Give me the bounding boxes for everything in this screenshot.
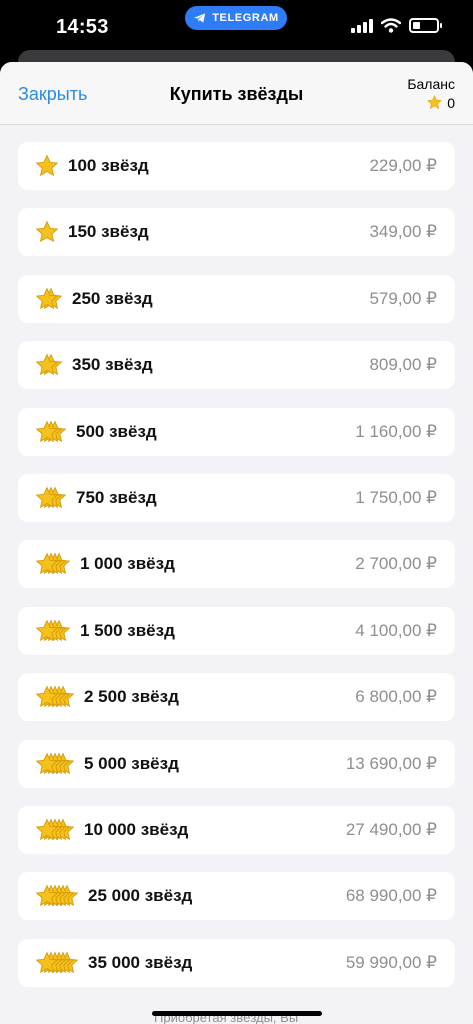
package-row[interactable]: 35 000 звёзд 59 990,00 ₽ bbox=[18, 938, 455, 987]
sheet-title: Купить звёзды bbox=[169, 84, 304, 104]
stars-icon bbox=[34, 219, 60, 245]
star-icon bbox=[35, 420, 59, 442]
stars-icon bbox=[34, 485, 68, 511]
package-price: 1 160,00 ₽ bbox=[355, 421, 437, 441]
package-price: 349,00 ₽ bbox=[369, 222, 437, 242]
telegram-pill[interactable]: TELEGRAM bbox=[185, 6, 287, 30]
balance-label: Баланс bbox=[407, 76, 455, 92]
stars-icon bbox=[34, 352, 64, 378]
battery-icon bbox=[409, 18, 442, 33]
package-row[interactable]: 25 000 звёзд 68 990,00 ₽ bbox=[18, 872, 455, 921]
package-label: 1 500 звёзд bbox=[80, 620, 175, 640]
status-time: 14:53 bbox=[56, 16, 109, 38]
package-label: 750 звёзд bbox=[76, 487, 157, 507]
package-price: 27 490,00 ₽ bbox=[345, 819, 437, 839]
telegram-pill-label: TELEGRAM bbox=[212, 12, 279, 24]
package-row[interactable]: 500 звёзд 1 160,00 ₽ bbox=[18, 407, 455, 456]
package-label: 25 000 звёзд bbox=[88, 886, 193, 906]
package-label: 10 000 звёзд bbox=[84, 819, 189, 839]
home-indicator[interactable] bbox=[152, 1011, 322, 1016]
star-icon bbox=[35, 486, 59, 509]
package-price: 229,00 ₽ bbox=[369, 156, 437, 175]
package-row[interactable]: 250 звёзд 579,00 ₽ bbox=[18, 274, 455, 323]
star-icon bbox=[427, 95, 443, 110]
stars-icon bbox=[34, 883, 80, 909]
package-price: 2 700,00 ₽ bbox=[355, 554, 437, 574]
package-label: 250 звёзд bbox=[72, 288, 153, 308]
package-price: 579,00 ₽ bbox=[369, 288, 437, 308]
status-icons bbox=[351, 18, 442, 33]
package-price: 4 100,00 ₽ bbox=[355, 620, 437, 640]
stars-icon bbox=[34, 684, 76, 710]
stars-icon bbox=[34, 551, 72, 577]
stars-icon bbox=[34, 419, 68, 445]
star-icon bbox=[35, 552, 59, 575]
package-label: 350 звёзд bbox=[72, 355, 153, 375]
package-price: 13 690,00 ₽ bbox=[345, 753, 437, 773]
balance-amount: 0 bbox=[447, 94, 455, 111]
screen: 14:53 TELEGRAM Закрыть Купить звёзды Бал… bbox=[0, 0, 473, 1024]
package-label: 150 звёзд bbox=[68, 222, 149, 242]
star-icon bbox=[35, 154, 59, 177]
package-price: 59 990,00 ₽ bbox=[345, 952, 437, 972]
package-label: 500 звёзд bbox=[76, 421, 157, 441]
package-row[interactable]: 150 звёзд 349,00 ₽ bbox=[18, 208, 455, 257]
buy-stars-sheet: Закрыть Купить звёзды Баланс 0 100 звёзд… bbox=[0, 62, 473, 1024]
status-bar: 14:53 TELEGRAM bbox=[0, 0, 473, 56]
package-row[interactable]: 5 000 звёзд 13 690,00 ₽ bbox=[18, 739, 455, 788]
package-row[interactable]: 100 звёзд 229,00 ₽ bbox=[18, 142, 455, 190]
star-icon bbox=[35, 685, 59, 708]
star-icon bbox=[35, 220, 59, 243]
package-row[interactable]: 350 звёзд 809,00 ₽ bbox=[18, 341, 455, 390]
stars-icon bbox=[34, 618, 72, 644]
package-price: 6 800,00 ₽ bbox=[355, 687, 437, 707]
star-icon bbox=[35, 818, 59, 840]
package-label: 35 000 звёзд bbox=[88, 952, 193, 972]
star-icon bbox=[35, 884, 59, 907]
star-icon bbox=[35, 951, 59, 973]
cellular-signal-icon bbox=[351, 18, 373, 33]
package-row[interactable]: 2 500 звёзд 6 800,00 ₽ bbox=[18, 673, 455, 722]
package-label: 100 звёзд bbox=[68, 156, 149, 175]
stars-icon bbox=[34, 950, 80, 976]
package-label: 5 000 звёзд bbox=[84, 753, 179, 773]
star-icon bbox=[35, 287, 59, 309]
stars-icon bbox=[34, 153, 60, 179]
stars-icon bbox=[34, 751, 76, 777]
telegram-plane-icon bbox=[194, 13, 206, 23]
package-row[interactable]: 1 000 звёзд 2 700,00 ₽ bbox=[18, 540, 455, 589]
package-list: 100 звёзд 229,00 ₽ 150 звёзд 349,00 ₽ 250 зв… bbox=[18, 142, 455, 1005]
package-price: 68 990,00 ₽ bbox=[345, 886, 437, 906]
star-icon bbox=[35, 353, 59, 376]
stars-icon bbox=[34, 286, 64, 312]
package-price: 1 750,00 ₽ bbox=[355, 487, 437, 507]
package-row[interactable]: 10 000 звёзд 27 490,00 ₽ bbox=[18, 805, 455, 854]
package-price: 809,00 ₽ bbox=[369, 355, 437, 375]
balance: Баланс 0 bbox=[407, 76, 455, 116]
sheet-header: Закрыть Купить звёзды Баланс 0 bbox=[0, 62, 473, 125]
stars-icon bbox=[34, 817, 76, 843]
package-label: 1 000 звёзд bbox=[80, 554, 175, 574]
star-icon bbox=[35, 752, 59, 774]
star-icon bbox=[35, 619, 59, 641]
balance-value: 0 bbox=[426, 94, 455, 111]
package-row[interactable]: 1 500 звёзд 4 100,00 ₽ bbox=[18, 606, 455, 655]
package-label: 2 500 звёзд bbox=[84, 687, 179, 707]
wifi-icon bbox=[381, 18, 401, 33]
package-row[interactable]: 750 звёзд 1 750,00 ₽ bbox=[18, 473, 455, 522]
